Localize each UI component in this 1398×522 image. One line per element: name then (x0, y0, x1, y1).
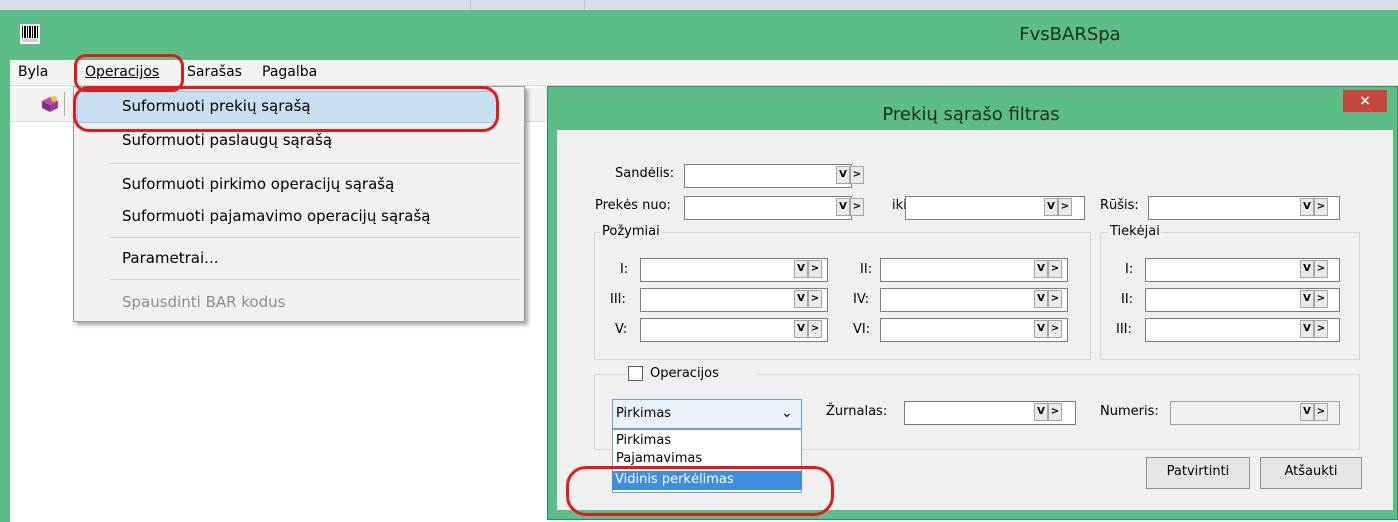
lookup-button[interactable]: V (1034, 260, 1048, 278)
top-strip (0, 0, 1398, 10)
cancel-button[interactable]: Atšaukti (1260, 457, 1362, 489)
lookup-button[interactable]: V (1034, 290, 1048, 308)
menu-operacijos[interactable]: Operacijos (85, 64, 159, 80)
next-button[interactable]: > (1314, 198, 1328, 216)
pozymis-1-label: I: (620, 262, 629, 277)
pozymis-2-label: II: (860, 262, 873, 277)
lookup-button[interactable]: V (1300, 260, 1314, 278)
operation-type-value: Pirkimas (616, 406, 672, 421)
pozymiai-title: Požymiai (600, 224, 662, 239)
menu-item-pirkimo-operaciju[interactable]: Suformuoti pirkimo operacijų sąrašą (122, 175, 394, 193)
tiekejas-2-label: II: (1121, 292, 1134, 307)
lookup-button[interactable]: V (1044, 198, 1058, 216)
close-button[interactable]: × (1343, 90, 1387, 112)
pozymis-6-label: VI: (853, 322, 871, 337)
menu-pagalba[interactable]: Pagalba (262, 64, 317, 80)
toolbar-separator (64, 92, 65, 116)
confirm-button[interactable]: Patvirtinti (1146, 457, 1250, 489)
menu-separator (110, 237, 520, 238)
next-button[interactable]: > (1314, 290, 1328, 308)
menu-byla[interactable]: Byla (18, 64, 48, 80)
menu-item-parametrai[interactable]: Parametrai... (122, 249, 218, 267)
lookup-button[interactable]: V (794, 260, 808, 278)
list-item[interactable]: Pirkimas (616, 433, 671, 448)
lookup-button[interactable]: V (1300, 198, 1314, 216)
lookup-button[interactable]: V (1300, 290, 1314, 308)
next-button[interactable]: > (1048, 320, 1062, 338)
next-button[interactable]: > (1314, 403, 1328, 421)
next-button[interactable]: > (1048, 260, 1062, 278)
list-item-label: Vidinis perkėlimas (615, 472, 734, 487)
next-button[interactable]: > (808, 290, 822, 308)
pozymis-5-label: V: (615, 322, 628, 337)
menu-separator (110, 163, 520, 164)
next-button[interactable]: > (1314, 260, 1328, 278)
window-title: FvsBARSpa (1019, 24, 1121, 45)
prekes-nuo-label: Prekės nuo: (595, 198, 671, 213)
next-button[interactable]: > (1314, 320, 1328, 338)
lookup-button[interactable]: V (836, 166, 850, 184)
operacijos-label: Operacijos (650, 366, 719, 381)
menu-bar: Byla Operacijos Sarašas Pagalba (10, 60, 1398, 86)
menu-separator (110, 279, 520, 280)
menu-sarasas[interactable]: Sarašas (187, 64, 242, 80)
sandelis-label: Sandėlis: (615, 166, 675, 181)
chevron-down-icon: ⌄ (781, 405, 793, 421)
box-icon[interactable] (40, 94, 60, 114)
operacijos-checkbox[interactable] (628, 366, 643, 381)
lookup-button[interactable]: V (836, 198, 850, 216)
next-button[interactable]: > (1058, 198, 1072, 216)
numeris-label: Numeris: (1100, 404, 1159, 419)
prekes-nuo-field[interactable] (684, 196, 852, 220)
lookup-button[interactable]: V (1300, 403, 1314, 421)
list-item[interactable]: Pajamavimas (616, 451, 702, 466)
operation-type-select[interactable]: Pirkimas ⌄ (612, 399, 802, 429)
lookup-button[interactable]: V (1034, 320, 1048, 338)
menu-item-pajamavimo-operaciju[interactable]: Suformuoti pajamavimo operacijų sąrašą (122, 207, 431, 225)
next-button[interactable]: > (850, 198, 864, 216)
tiekejas-1-label: I: (1125, 262, 1134, 277)
menu-item-paslaugu-sarasas[interactable]: Suformuoti paslaugų sąrašą (122, 131, 332, 149)
tiekejas-3-label: III: (1116, 322, 1132, 337)
dialog-title: Prekių sąrašo filtras (882, 104, 1060, 125)
lookup-button[interactable]: V (1034, 403, 1048, 421)
rusis-label: Rūšis: (1100, 198, 1139, 213)
lookup-button[interactable]: V (794, 290, 808, 308)
menu-item-spausdinti-bar: Spausdinti BAR kodus (122, 293, 286, 311)
lookup-button[interactable]: V (794, 320, 808, 338)
next-button[interactable]: > (1048, 403, 1062, 421)
pozymis-3-label: III: (610, 292, 626, 307)
lookup-button[interactable]: V (1300, 320, 1314, 338)
pozymis-4-label: IV: (853, 292, 870, 307)
next-button[interactable]: > (808, 320, 822, 338)
operations-menu: Suformuoti prekių sąrašą Suformuoti pasl… (73, 86, 525, 322)
sandelis-field[interactable] (684, 164, 852, 188)
next-button[interactable]: > (1048, 290, 1062, 308)
menu-item-prekiu-sarasas[interactable]: Suformuoti prekių sąrašą (122, 97, 311, 115)
next-button[interactable]: > (808, 260, 822, 278)
zurnalas-label: Žurnalas: (826, 404, 888, 419)
next-button[interactable]: > (850, 166, 864, 184)
list-item-selected[interactable]: Vidinis perkėlimas (612, 471, 802, 490)
tiekejai-title: Tiekėjai (1108, 224, 1162, 239)
